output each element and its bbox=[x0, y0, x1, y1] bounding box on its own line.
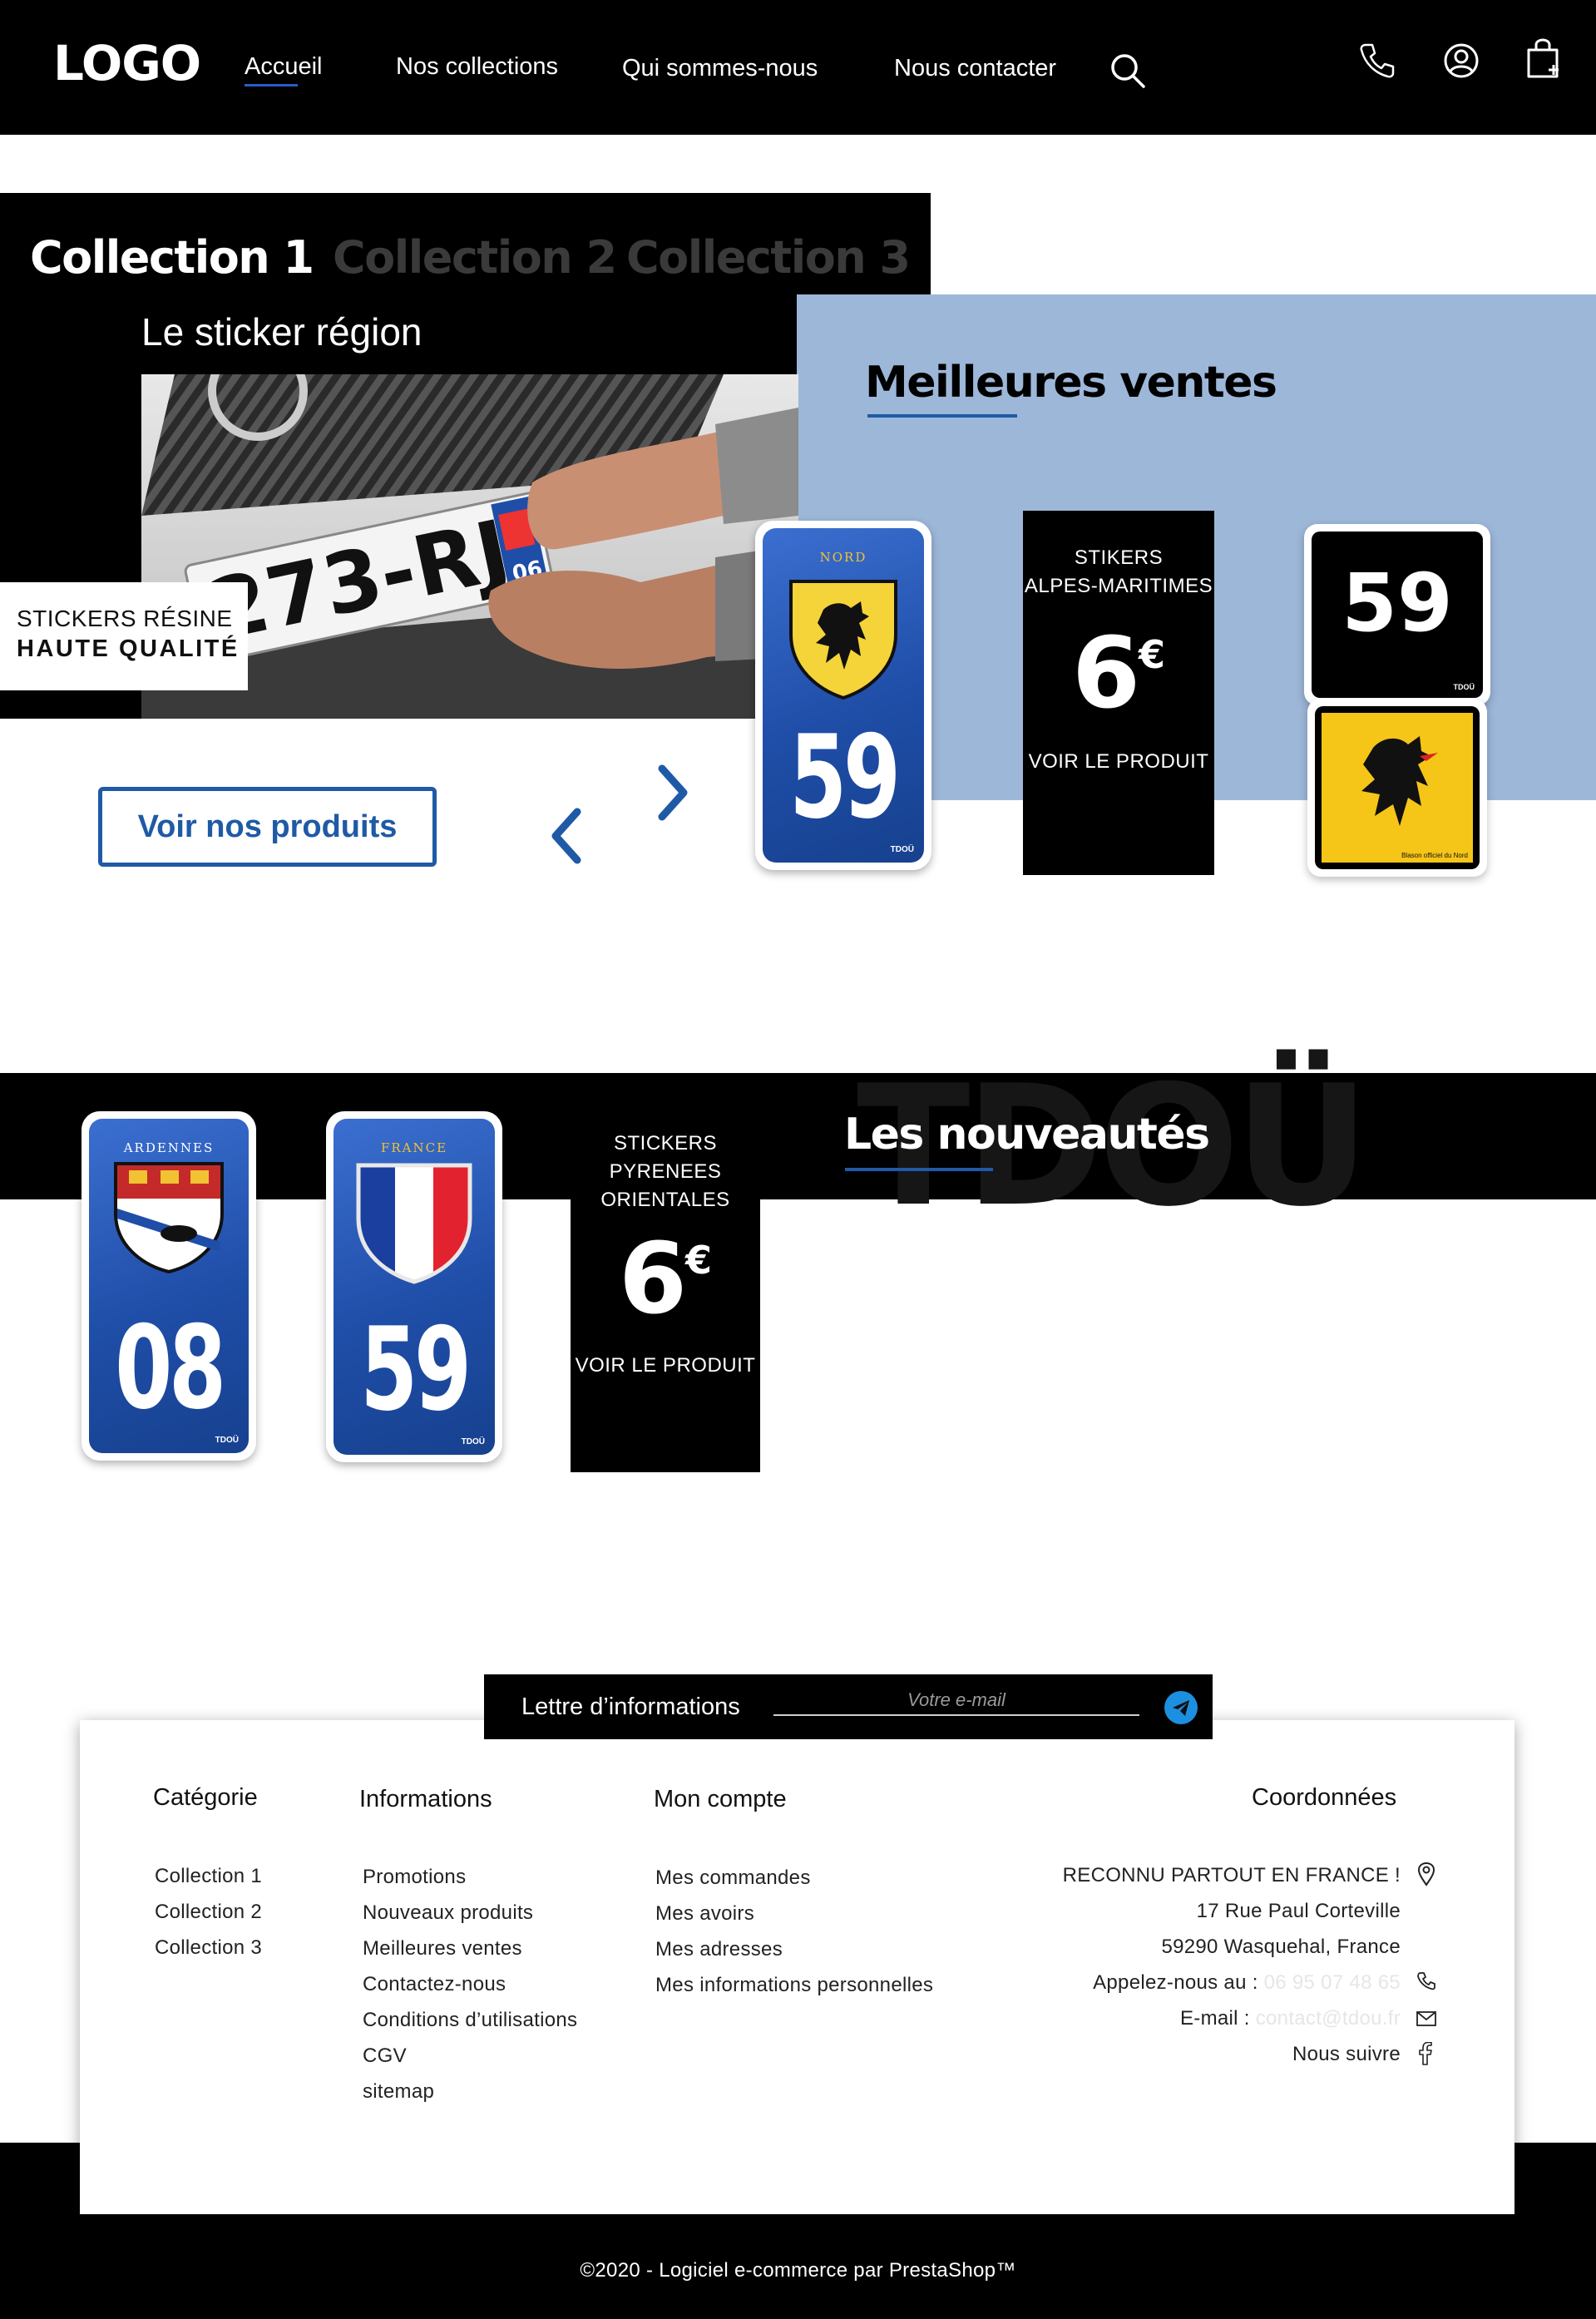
footer-link-contactez-nous[interactable]: Contactez-nous bbox=[363, 1973, 506, 1996]
badge-line-2: HAUTE QUALITÉ bbox=[17, 635, 240, 662]
product-price: 6€ bbox=[1071, 616, 1166, 730]
plate-number: 59 bbox=[789, 710, 901, 844]
quality-badge: STICKERS RÉSINE HAUTE QUALITÉ bbox=[0, 582, 248, 690]
plate-brand: TDOÜ bbox=[461, 1437, 485, 1446]
footer-link-mes-adresses[interactable]: Mes adresses bbox=[655, 1938, 783, 1961]
footer-link-sitemap[interactable]: sitemap bbox=[363, 2080, 434, 2104]
newsletter-label: Lettre d’informations bbox=[521, 1694, 740, 1720]
nav-nos-collections[interactable]: Nos collections bbox=[396, 53, 558, 81]
product-name-line-3: ORIENTALES bbox=[600, 1189, 730, 1211]
nord-lion-shield-icon bbox=[789, 580, 897, 700]
phone-number[interactable]: 06 95 07 48 65 bbox=[1264, 1971, 1401, 1994]
stack-number: 59 bbox=[1342, 556, 1453, 650]
tab-collection-2[interactable]: Collection 2 bbox=[333, 231, 617, 284]
copyright-text: ©2020 - Logiciel e-commerce par PrestaSh… bbox=[580, 2259, 1016, 2282]
product-plate-nord[interactable]: NORD 59 TDOÜ bbox=[755, 521, 931, 870]
footer-link-cgv[interactable]: CGV bbox=[363, 2045, 407, 2068]
email-icon bbox=[1416, 2011, 1436, 2026]
tab-collection-1[interactable]: Collection 1 bbox=[30, 231, 314, 284]
footer-contact-title: Coordonnées bbox=[1252, 1784, 1397, 1811]
price-currency: € bbox=[685, 1238, 713, 1283]
see-product-link[interactable]: VOIR LE PRODUIT bbox=[1023, 750, 1214, 774]
location-pin-icon bbox=[1417, 1862, 1435, 1886]
carousel-prev-arrow-icon[interactable] bbox=[546, 807, 587, 865]
footer-coord-line-1: RECONNU PARTOUT EN FRANCE ! bbox=[1062, 1864, 1401, 1886]
footer-informations-title: Informations bbox=[359, 1786, 492, 1812]
plate-region-label: NORD bbox=[819, 550, 867, 565]
plate-number: 08 bbox=[115, 1301, 226, 1435]
cart-icon[interactable] bbox=[1524, 37, 1562, 80]
send-icon bbox=[1173, 1700, 1189, 1716]
stack-brand: TDOÜ bbox=[1453, 683, 1475, 691]
footer-link-mes-commandes[interactable]: Mes commandes bbox=[655, 1867, 811, 1890]
product-black-59-bottom[interactable]: Blason officiel du Nord bbox=[1307, 699, 1487, 877]
product-name-line-1: STIKERS bbox=[1074, 546, 1164, 569]
ardennes-shield-icon bbox=[114, 1162, 224, 1274]
search-icon[interactable] bbox=[1109, 52, 1147, 90]
footer-coord-address: 17 Rue Paul Corteville bbox=[1196, 1900, 1401, 1922]
plate-number: 59 bbox=[360, 1303, 472, 1436]
price-card-pyrenees-orientales[interactable]: STICKERS PYRENEES ORIENTALES 6€ VOIR LE … bbox=[571, 1108, 760, 1472]
footer-link-collection-1[interactable]: Collection 1 bbox=[155, 1865, 262, 1888]
footer-link-meilleures-ventes[interactable]: Meilleures ventes bbox=[363, 1937, 522, 1961]
plate-brand: TDOÜ bbox=[890, 845, 914, 854]
nav-nous-contacter[interactable]: Nous contacter bbox=[894, 55, 1056, 82]
product-name-line-2: ALPES-MARITIMES bbox=[1024, 575, 1213, 597]
product-plate-ardennes[interactable]: ARDENNES 08 TDOÜ bbox=[82, 1111, 256, 1461]
tab-collection-3[interactable]: Collection 3 bbox=[626, 231, 911, 284]
badge-line-1: STICKERS RÉSINE bbox=[17, 606, 233, 631]
footer-category-title: Catégorie bbox=[153, 1784, 258, 1811]
plate-region-label: FRANCE bbox=[380, 1140, 448, 1155]
product-name-line-1: STICKERS bbox=[613, 1132, 718, 1155]
see-products-button[interactable]: Voir nos produits bbox=[98, 787, 437, 867]
footer-link-conditions[interactable]: Conditions d’utilisations bbox=[363, 2009, 577, 2032]
site-logo[interactable]: LOGO bbox=[53, 35, 201, 91]
nav-accueil[interactable]: Accueil bbox=[245, 53, 323, 81]
product-name-line-2: PYRENEES bbox=[609, 1160, 722, 1183]
price-card-alpes-maritimes[interactable]: STIKERS ALPES-MARITIMES 6€ VOIR LE PRODU… bbox=[1023, 511, 1214, 875]
footer-coord-email: E-mail : contact@tdou.fr bbox=[1180, 2007, 1401, 2030]
plate-brand: TDOÜ bbox=[215, 1436, 239, 1445]
phone-icon[interactable] bbox=[1358, 42, 1396, 80]
account-icon[interactable] bbox=[1442, 42, 1480, 80]
product-price: 6€ bbox=[618, 1221, 713, 1336]
stack-caption: Blason officiel du Nord bbox=[1401, 852, 1468, 859]
best-sellers-title: Meilleures ventes bbox=[865, 358, 1277, 408]
newsletter-send-button[interactable] bbox=[1164, 1691, 1198, 1724]
new-products-underline bbox=[845, 1168, 993, 1171]
new-products-title: Les nouveautés bbox=[844, 1110, 1210, 1160]
footer-link-infos-personnelles[interactable]: Mes informations personnelles bbox=[655, 1974, 933, 1997]
footer-link-collection-3[interactable]: Collection 3 bbox=[155, 1936, 262, 1960]
carousel-next-arrow-icon[interactable] bbox=[652, 764, 694, 822]
footer-link-mes-avoirs[interactable]: Mes avoirs bbox=[655, 1902, 754, 1926]
footer-link-collection-2[interactable]: Collection 2 bbox=[155, 1901, 262, 1924]
product-black-59-top[interactable]: 59 TDOÜ bbox=[1304, 524, 1490, 705]
nav-active-underline bbox=[245, 84, 298, 87]
footer-follow-us[interactable]: Nous suivre bbox=[1292, 2043, 1401, 2066]
france-flag-shield-icon bbox=[356, 1163, 472, 1284]
footer-link-promotions[interactable]: Promotions bbox=[363, 1866, 466, 1889]
hero-subtitle: Le sticker région bbox=[141, 310, 422, 354]
phone-small-icon bbox=[1417, 1972, 1435, 1990]
email-address[interactable]: contact@tdou.fr bbox=[1256, 2007, 1401, 2030]
footer-coord-phone: Appelez-nous au : 06 95 07 48 65 bbox=[1093, 1971, 1401, 1994]
product-plate-france[interactable]: FRANCE 59 TDOÜ bbox=[326, 1111, 502, 1462]
footer-coord-city: 59290 Wasquehal, France bbox=[1161, 1936, 1401, 1958]
best-sellers-underline bbox=[867, 414, 1017, 418]
plate-region-label: ARDENNES bbox=[123, 1140, 215, 1155]
price-currency: € bbox=[1139, 632, 1166, 677]
nord-lion-flag-icon bbox=[1361, 736, 1438, 826]
footer-account-title: Mon compte bbox=[654, 1786, 787, 1812]
facebook-icon[interactable] bbox=[1418, 2042, 1433, 2065]
footer-link-nouveaux-produits[interactable]: Nouveaux produits bbox=[363, 1901, 533, 1925]
nav-qui-sommes-nous[interactable]: Qui sommes-nous bbox=[622, 55, 818, 82]
newsletter-email-input[interactable] bbox=[773, 1686, 1139, 1716]
see-product-link[interactable]: VOIR LE PRODUIT bbox=[571, 1354, 760, 1377]
